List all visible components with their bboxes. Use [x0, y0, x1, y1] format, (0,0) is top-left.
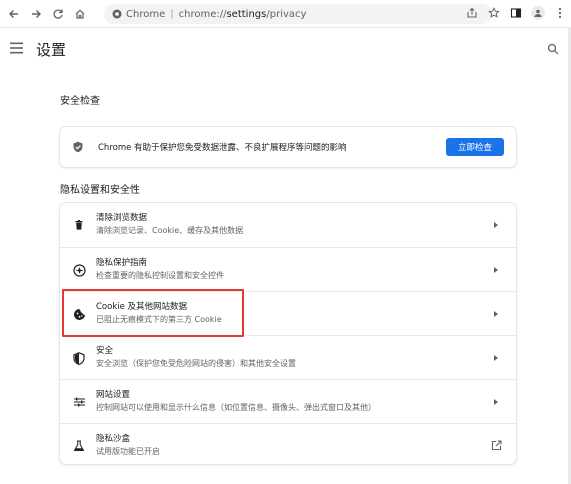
privacy-row-privacy-sandbox[interactable]: 隐私沙盒 试用版功能已开启: [60, 423, 516, 467]
row-subtitle: 控制网站可以使用和显示什么信息（如位置信息、摄像头、弹出式窗口及其他）: [96, 403, 376, 412]
shield-icon: [72, 351, 86, 365]
profile-avatar-icon[interactable]: [531, 6, 545, 20]
row-title: 清除浏览数据: [96, 213, 148, 223]
safety-check-heading: 安全检查: [60, 96, 100, 107]
check-now-button[interactable]: 立即检查: [446, 138, 504, 156]
chrome-logo-icon: [112, 9, 122, 19]
chevron-right-icon: [494, 355, 498, 361]
address-bar[interactable]: Chrome | chrome://settings/privacy: [104, 4, 492, 24]
shield-check-icon: [73, 141, 83, 153]
row-title: 网站设置: [96, 390, 131, 400]
privacy-card: 清除浏览数据 清除浏览记录、Cookie、缓存及其他数据 隐私保护指南 检查重要…: [60, 203, 516, 464]
row-title: Cookie 及其他网站数据: [96, 302, 188, 312]
forward-icon[interactable]: [28, 6, 44, 22]
row-subtitle: 试用版功能已开启: [96, 447, 160, 456]
back-icon[interactable]: [6, 6, 22, 22]
home-icon[interactable]: [72, 6, 88, 22]
flask-icon: [72, 439, 86, 453]
toolbar-actions: [465, 6, 567, 20]
privacy-row-clear-browsing-data[interactable]: 清除浏览数据 清除浏览记录、Cookie、缓存及其他数据: [60, 203, 516, 247]
row-subtitle: 清除浏览记录、Cookie、缓存及其他数据: [96, 226, 244, 235]
safety-check-card: Chrome 有助于保护您免受数据泄露、不良扩展程序等问题的影响 立即检查: [60, 127, 516, 167]
site-chip-label: Chrome: [126, 8, 166, 20]
more-menu-icon[interactable]: [553, 6, 567, 20]
page-title: 设置: [36, 41, 67, 59]
open-external-icon[interactable]: [491, 440, 502, 451]
search-icon[interactable]: [547, 43, 559, 55]
share-icon[interactable]: [465, 6, 479, 20]
url-separator: |: [170, 8, 174, 20]
chevron-right-icon: [494, 222, 498, 228]
row-subtitle: 检查重要的隐私控制设置和安全控件: [96, 271, 224, 280]
row-title: 安全: [96, 346, 114, 356]
url-host: settings: [226, 8, 267, 20]
row-subtitle: 已阻止无痕模式下的第三方 Cookie: [96, 315, 222, 324]
row-subtitle: 安全浏览（保护您免受危险网站的侵害）和其他安全设置: [96, 359, 296, 368]
url-text: chrome://settings/privacy: [179, 9, 307, 20]
settings-header: 设置: [0, 28, 571, 72]
sliders-icon: [72, 395, 86, 409]
cookie-icon: [72, 307, 86, 321]
privacy-section-heading: 隐私设置和安全性: [60, 185, 140, 196]
privacy-row-security[interactable]: 安全 安全浏览（保护您免受危险网站的侵害）和其他安全设置: [60, 335, 516, 379]
privacy-row-cookies[interactable]: Cookie 及其他网站数据 已阻止无痕模式下的第三方 Cookie: [60, 291, 516, 335]
url-path: /privacy: [266, 8, 307, 20]
bookmark-star-icon[interactable]: [487, 6, 501, 20]
row-title: 隐私保护指南: [96, 258, 148, 268]
chevron-right-icon: [494, 267, 498, 273]
safety-check-description: Chrome 有助于保护您免受数据泄露、不良扩展程序等问题的影响: [98, 143, 347, 153]
privacy-row-site-settings[interactable]: 网站设置 控制网站可以使用和显示什么信息（如位置信息、摄像头、弹出式窗口及其他）: [60, 379, 516, 423]
hamburger-menu-icon[interactable]: [10, 42, 24, 54]
reload-icon[interactable]: [50, 6, 66, 22]
trash-icon: [72, 218, 86, 232]
site-chip[interactable]: Chrome: [112, 9, 165, 20]
side-panel-icon[interactable]: [509, 6, 523, 20]
browser-toolbar: Chrome | chrome://settings/privacy: [0, 0, 571, 28]
privacy-row-privacy-guide[interactable]: 隐私保护指南 检查重要的隐私控制设置和安全控件: [60, 247, 516, 291]
url-scheme: chrome://: [178, 8, 227, 20]
compass-icon: [72, 263, 86, 277]
chevron-right-icon: [494, 311, 498, 317]
row-title: 隐私沙盒: [96, 434, 131, 444]
chevron-right-icon: [494, 399, 498, 405]
